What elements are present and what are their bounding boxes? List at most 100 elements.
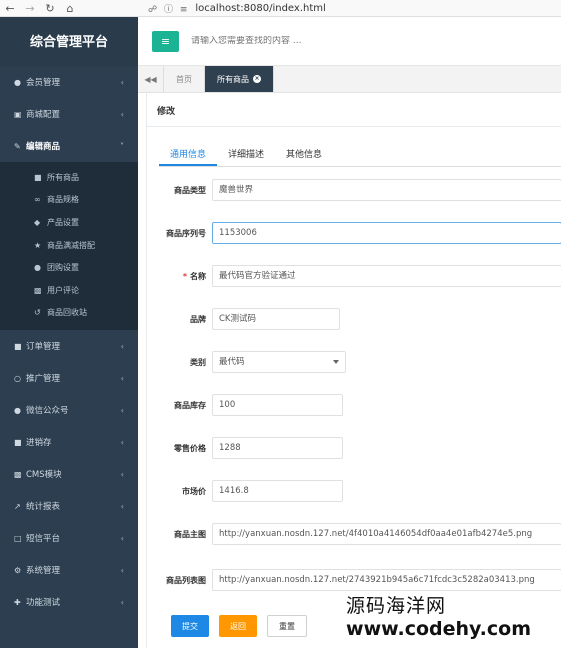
name-label-text: 名称 xyxy=(190,271,206,281)
category-selected-value: 最代码 xyxy=(219,357,245,367)
sidebar-item-sms[interactable]: □ 短信平台 ‹ xyxy=(0,522,138,554)
sidebar-item-label: 功能测试 xyxy=(26,598,61,609)
retail-price-label: 零售价格 xyxy=(174,443,206,453)
tag-icon: ◆ xyxy=(34,217,41,227)
name-label: * 名称 xyxy=(147,271,206,282)
forward-arrow-icon[interactable]: → xyxy=(20,0,40,17)
sidebar-item-orders[interactable]: ■ 订单管理 ‹ xyxy=(0,330,138,362)
sidebar-item-inventory[interactable]: ■ 进销存 ‹ xyxy=(0,426,138,458)
chart-icon: ↗ xyxy=(14,501,21,511)
sidebar-item-reports[interactable]: ↗ 统计报表 ‹ xyxy=(0,490,138,522)
submenu-item-all-goods[interactable]: ■ 所有商品 xyxy=(0,166,138,189)
chevron-left-icon: ‹ xyxy=(120,405,124,415)
submenu-item-specs[interactable]: ∞ 商品规格 xyxy=(0,189,138,212)
goods-type-field[interactable]: 魔兽世界 xyxy=(212,179,561,201)
sidebar-item-system[interactable]: ⚙ 系统管理 ‹ xyxy=(0,554,138,586)
row-stock: 商品库存 100 xyxy=(147,394,561,416)
gamepad-icon: ✚ xyxy=(14,597,21,607)
group-icon: ● xyxy=(34,263,41,273)
sidebar-item-edit-goods[interactable]: ✎ 编辑商品 ˅ xyxy=(0,130,138,162)
browser-toolbar: ← → ↻ ⌂ ☍ ⓘ ≡ localhost:8080/index.html xyxy=(0,0,561,17)
double-chevron-left-icon: ◀◀ xyxy=(144,74,157,84)
hamburger-icon: ≡ xyxy=(160,34,171,48)
panel-title: 修改 xyxy=(147,93,561,127)
main-image-field[interactable]: http://yanxuan.nosdn.127.net/4f4010a4146… xyxy=(212,523,561,545)
user-circle-icon: ● xyxy=(14,77,21,87)
submenu-item-group-buy[interactable]: ● 团购设置 xyxy=(0,256,138,279)
tab-general-info[interactable]: 通用信息 xyxy=(159,145,218,166)
chevron-left-icon: ‹ xyxy=(120,533,124,543)
chevron-left-icon: ‹ xyxy=(120,373,124,383)
caret-down-icon xyxy=(333,360,339,364)
chevron-left-icon: ‹ xyxy=(120,469,124,479)
main-image-label: 商品主图 xyxy=(174,529,206,539)
menu-toggle-button[interactable]: ≡ xyxy=(152,30,179,52)
address-bar[interactable]: ☍ ⓘ ≡ localhost:8080/index.html xyxy=(148,0,326,17)
watermark-url: www.codehy.com xyxy=(346,618,531,640)
search-input[interactable] xyxy=(191,36,491,46)
sidebar-item-label: 商城配置 xyxy=(26,110,61,120)
chevron-left-icon: ‹ xyxy=(120,77,124,87)
submenu-item-label: 产品设置 xyxy=(47,217,79,227)
keyboard-icon: ▩ xyxy=(14,469,22,479)
trophy-icon: ★ xyxy=(34,240,42,250)
sidebar-item-label: 统计报表 xyxy=(26,502,61,513)
form-tabs: 通用信息 详细描述 其他信息 xyxy=(159,145,561,167)
sidebar-item-wechat[interactable]: ● 微信公众号 ‹ xyxy=(0,394,138,426)
content-panel: 修改 通用信息 详细描述 其他信息 商品类型 魔兽世界 商品序列号 115300… xyxy=(146,93,561,648)
submenu-item-discount-bundle[interactable]: ★ 商品满减搭配 xyxy=(0,234,138,257)
submenu-item-comments[interactable]: ▩ 用户评论 xyxy=(0,279,138,302)
category-label: 类别 xyxy=(190,357,206,367)
sidebar-item-member[interactable]: ● 会员管理 ‹ xyxy=(0,66,138,98)
sidebar: 综合管理平台 ● 会员管理 ‹ ▣ 商城配置 ‹ ✎ 编辑商品 ˅ ■ 所有商品… xyxy=(0,17,138,648)
page-tabs: ◀◀ 首页 所有商品 × xyxy=(138,66,561,93)
reload-icon[interactable]: ↻ xyxy=(40,0,60,17)
brand-field[interactable]: CK测试码 xyxy=(212,308,340,330)
watermark: 源码海洋网 www.codehy.com xyxy=(346,591,531,640)
url-text[interactable]: localhost:8080/index.html xyxy=(195,3,325,14)
gear-icon: ⚙ xyxy=(14,565,22,575)
chevron-left-icon: ‹ xyxy=(120,437,124,447)
tab-detail-description[interactable]: 详细描述 xyxy=(217,145,275,166)
tab-home[interactable]: 首页 xyxy=(164,66,205,92)
submenu-item-product-settings[interactable]: ◆ 产品设置 xyxy=(0,211,138,234)
serial-field[interactable]: 1153006 xyxy=(212,222,561,244)
site-info-icon[interactable]: ☍ ⓘ ≡ xyxy=(148,2,189,15)
retail-price-field[interactable]: 1288 xyxy=(212,437,343,459)
tab-all-goods[interactable]: 所有商品 × xyxy=(205,66,274,92)
reset-button[interactable]: 重置 xyxy=(267,615,307,637)
row-market-price: 市场价 1416.8 xyxy=(147,480,561,502)
sidebar-item-testing[interactable]: ✚ 功能测试 ‹ xyxy=(0,586,138,618)
submenu-edit-goods: ■ 所有商品 ∞ 商品规格 ◆ 产品设置 ★ 商品满减搭配 ● 团购设置 ▩ 用… xyxy=(0,162,138,331)
cube-icon: ■ xyxy=(14,341,22,351)
close-icon[interactable]: × xyxy=(253,75,261,83)
stock-field[interactable]: 100 xyxy=(212,394,343,416)
submenu-item-label: 用户评论 xyxy=(47,285,79,295)
sidebar-item-label: 进销存 xyxy=(26,438,52,449)
market-price-field[interactable]: 1416.8 xyxy=(212,480,343,502)
sidebar-item-promotion[interactable]: ○ 推广管理 ‹ xyxy=(0,362,138,394)
row-main-image: 商品主图 http://yanxuan.nosdn.127.net/4f4010… xyxy=(147,523,561,545)
submenu-item-recycle-bin[interactable]: ↺ 商品回收站 xyxy=(0,302,138,325)
submenu-item-label: 所有商品 xyxy=(47,172,79,182)
row-list-image: 商品列表图 http://yanxuan.nosdn.127.net/27439… xyxy=(147,569,561,591)
sidebar-item-mall-config[interactable]: ▣ 商城配置 ‹ xyxy=(0,98,138,130)
home-icon[interactable]: ⌂ xyxy=(60,0,80,17)
link-icon: ∞ xyxy=(34,195,41,205)
row-retail-price: 零售价格 1288 xyxy=(147,437,561,459)
list-image-field[interactable]: http://yanxuan.nosdn.127.net/2743921b945… xyxy=(212,569,561,591)
tabs-scroll-left-button[interactable]: ◀◀ xyxy=(138,66,164,92)
cart-icon: ▣ xyxy=(14,109,22,119)
tab-other-info[interactable]: 其他信息 xyxy=(275,145,333,166)
sidebar-item-label: 订单管理 xyxy=(26,342,61,353)
chevron-left-icon: ‹ xyxy=(120,501,124,511)
category-select[interactable]: 最代码 xyxy=(212,351,346,373)
edit-icon: ✎ xyxy=(14,141,21,151)
back-arrow-icon[interactable]: ← xyxy=(0,0,20,17)
sidebar-item-cms[interactable]: ▩ CMS模块 ‹ xyxy=(0,458,138,490)
top-header: ≡ xyxy=(138,17,561,66)
submit-button[interactable]: 提交 xyxy=(171,615,209,637)
stock-label: 商品库存 xyxy=(174,400,206,410)
back-button[interactable]: 返回 xyxy=(219,615,257,637)
name-field[interactable]: 最代码官方验证通过 xyxy=(212,265,561,287)
